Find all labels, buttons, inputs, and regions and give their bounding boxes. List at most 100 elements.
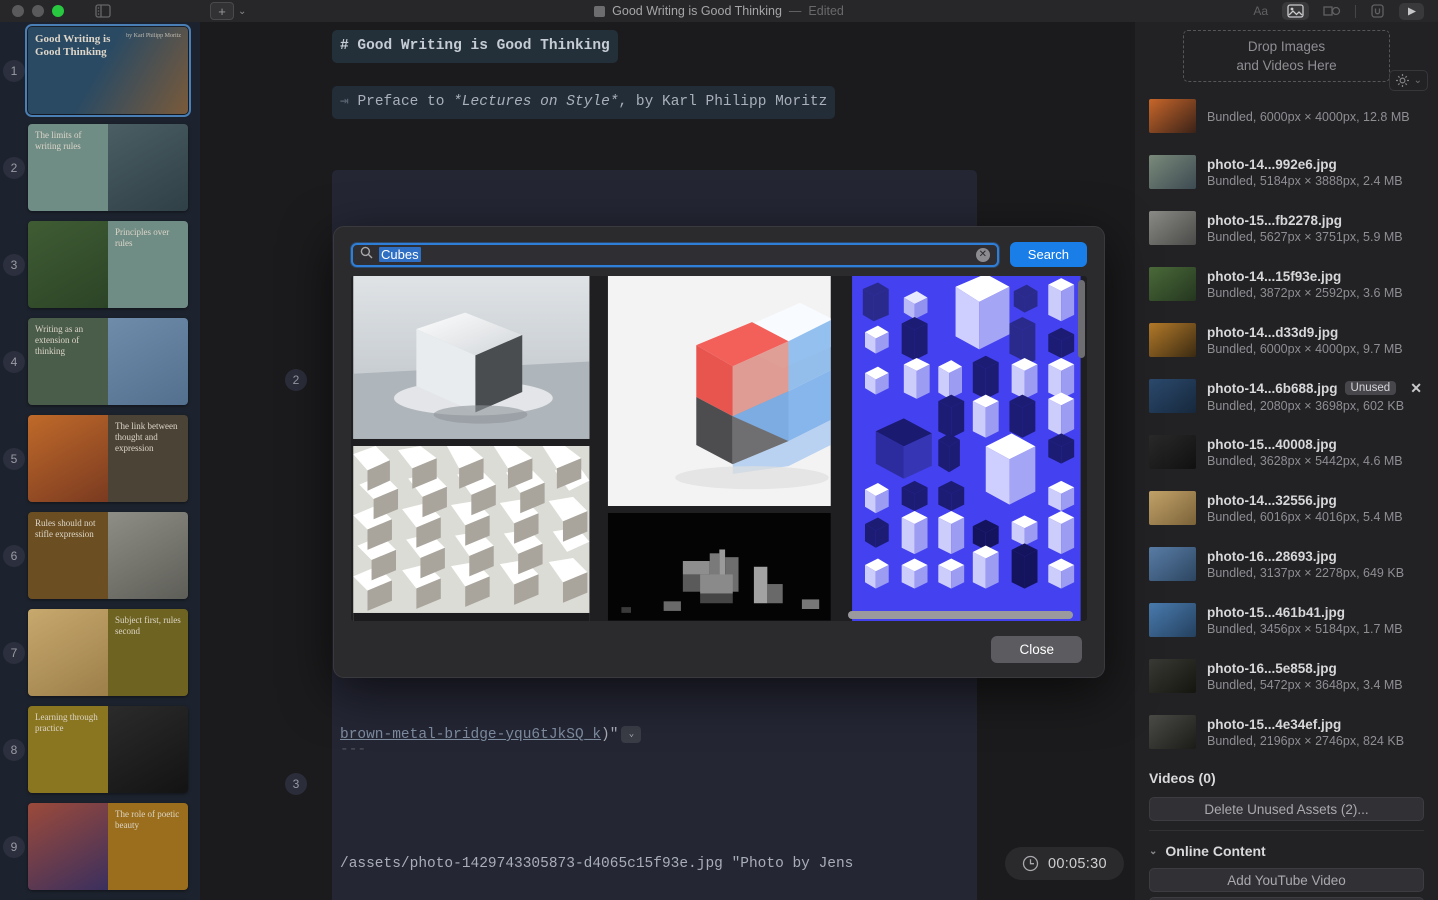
search-button[interactable]: Search bbox=[1009, 242, 1087, 267]
slide-preview[interactable]: The link between thought and expression bbox=[28, 415, 188, 502]
unsplash-search-dialog[interactable]: Cubes ✕ Search Close bbox=[333, 226, 1105, 678]
asset-row[interactable]: photo-15...fb2278.jpg Bundled, 5627px × 3… bbox=[1135, 200, 1438, 256]
vertical-scrollbar[interactable] bbox=[1078, 280, 1085, 358]
add-slide-button[interactable]: + bbox=[210, 2, 234, 20]
search-input-value[interactable]: Cubes bbox=[379, 247, 421, 262]
horizontal-scrollbar[interactable] bbox=[848, 611, 1074, 619]
slide-thumbnail-6[interactable]: 6 Rules should not stifle expression bbox=[0, 507, 200, 604]
asset-row[interactable]: photo-15...4e34ef.jpg Bundled, 2196px × 2… bbox=[1135, 704, 1438, 760]
slide-preview[interactable]: Principles over rules bbox=[28, 221, 188, 308]
slide-title-area: Principles over rules bbox=[108, 221, 188, 308]
assets-panel[interactable]: Drop Images and Videos Here ⌄ Bundled, 6… bbox=[1135, 22, 1438, 900]
slide-title-area: Writing as an extension of thinking bbox=[28, 318, 108, 405]
slide-number-badge: 7 bbox=[3, 641, 25, 664]
slide-gutter-badge: 2 bbox=[285, 369, 307, 391]
search-input[interactable]: Cubes ✕ bbox=[351, 242, 999, 267]
add-youtube-video-button[interactable]: Add YouTube Video bbox=[1149, 868, 1424, 892]
asset-filename: photo-15...fb2278.jpg bbox=[1207, 213, 1424, 228]
asset-row[interactable]: photo-14...15f93e.jpg Bundled, 3872px × 2… bbox=[1135, 256, 1438, 312]
delete-unused-assets-button[interactable]: Delete Unused Assets (2)... bbox=[1149, 797, 1424, 821]
shape-icon[interactable] bbox=[1323, 4, 1341, 18]
add-slide-control[interactable]: + ⌄ bbox=[210, 2, 246, 20]
slide-number-badge: 6 bbox=[3, 544, 25, 567]
asset-details: Bundled, 2080px × 3698px, 602 KB bbox=[1207, 398, 1405, 413]
quote-prefix: Preface to bbox=[357, 94, 454, 110]
close-button[interactable]: Close bbox=[991, 635, 1082, 663]
timer-value: 00:05:30 bbox=[1048, 855, 1107, 872]
slide-preview[interactable]: Rules should not stifle expression bbox=[28, 512, 188, 599]
slide-thumbnail-10[interactable]: 10Liveliness in expression bbox=[0, 895, 200, 900]
slide-preview[interactable]: The role of poetic beauty bbox=[28, 803, 188, 890]
close-icon[interactable]: ✕ bbox=[1410, 380, 1424, 397]
minimize-window-button[interactable] bbox=[32, 5, 44, 17]
slide-preview[interactable]: Good Writing is Good Thinking by Karl Phi… bbox=[25, 24, 191, 117]
asset-row[interactable]: photo-14...992e6.jpg Bundled, 5184px × 38… bbox=[1135, 144, 1438, 200]
slide-thumbnail-4[interactable]: 4 Writing as an extension of thinking bbox=[0, 313, 200, 410]
slide-preview[interactable]: Learning through practice bbox=[28, 706, 188, 793]
slide-number-badge: 9 bbox=[3, 835, 25, 858]
slide-thumbnail-2[interactable]: 2 The limits of writing rules bbox=[0, 119, 200, 216]
slide-thumbnails-panel[interactable]: 1 Good Writing is Good Thinking by Karl Ph… bbox=[0, 22, 200, 900]
asset-row[interactable]: photo-15...40008.jpg Bundled, 3628px × 54… bbox=[1135, 424, 1438, 480]
play-icon[interactable] bbox=[1399, 2, 1424, 20]
chevron-down-icon[interactable]: ⌄ bbox=[1414, 75, 1422, 86]
assets-settings-button[interactable]: ⌄ bbox=[1388, 70, 1428, 91]
slide-thumbnail-3[interactable]: 3 Principles over rules bbox=[0, 216, 200, 313]
editor-quote-line[interactable]: ⇥ Preface to *Lectures on Style*, by Kar… bbox=[332, 86, 836, 119]
tab-arrow-icon: ⇥ bbox=[340, 94, 349, 110]
slide-preview[interactable]: Writing as an extension of thinking bbox=[28, 318, 188, 405]
editor-heading-line[interactable]: # Good Writing is Good Thinking bbox=[332, 30, 618, 63]
editor-divider-line[interactable]: --- bbox=[332, 734, 374, 767]
chevron-down-icon[interactable]: ⌄ bbox=[1149, 846, 1157, 857]
slide-thumbnail-8[interactable]: 8 Learning through practice bbox=[0, 701, 200, 798]
quote-suffix: , by Karl Philipp Moritz bbox=[618, 94, 828, 110]
asset-thumbnail bbox=[1149, 547, 1196, 581]
asset-row[interactable]: photo-14...d33d9.jpg Bundled, 6000px × 40… bbox=[1135, 312, 1438, 368]
u-badge-icon[interactable] bbox=[1370, 4, 1385, 18]
close-window-button[interactable] bbox=[12, 5, 24, 17]
asset-row[interactable]: Bundled, 6000px × 4000px, 12.8 MB bbox=[1135, 88, 1438, 144]
asset-filename-text: photo-16...5e858.jpg bbox=[1207, 660, 1337, 676]
isometric-blue-cubes-image[interactable] bbox=[846, 276, 1087, 621]
asset-meta: photo-15...fb2278.jpg Bundled, 5627px × 3… bbox=[1207, 213, 1424, 244]
drop-zone[interactable]: Drop Images and Videos Here bbox=[1183, 30, 1390, 82]
asset-row[interactable]: photo-14...6b688.jpg Unused ✕ Bundled, 2080… bbox=[1135, 368, 1438, 424]
asset-filename: photo-16...28693.jpg bbox=[1207, 549, 1424, 564]
presentation-timer[interactable]: 00:05:30 bbox=[1005, 847, 1124, 880]
sidebar-toggle-icon[interactable] bbox=[92, 3, 114, 19]
text-format-icon[interactable]: Aa bbox=[1253, 4, 1268, 18]
dark-cubes-scene-image[interactable] bbox=[599, 513, 840, 621]
asset-filename-text: photo-14...32556.jpg bbox=[1207, 492, 1337, 508]
online-content-header[interactable]: ⌄ Online Content bbox=[1135, 840, 1438, 863]
zoom-window-button[interactable] bbox=[52, 5, 64, 17]
asset-list[interactable]: Bundled, 6000px × 4000px, 12.8 MB photo-1… bbox=[1135, 88, 1438, 900]
chevron-down-icon[interactable]: ⌄ bbox=[238, 6, 246, 17]
asset-filename-text: photo-16...28693.jpg bbox=[1207, 548, 1337, 564]
editor-asset-block-2[interactable]: /assets/photo-1429743305873-d4065c15f93e… bbox=[332, 790, 977, 900]
slide-preview[interactable]: Subject first, rules second bbox=[28, 609, 188, 696]
slide-thumbnail-1[interactable]: 1 Good Writing is Good Thinking by Karl Ph… bbox=[0, 22, 200, 119]
image-icon[interactable] bbox=[1282, 2, 1309, 20]
clear-icon[interactable]: ✕ bbox=[975, 247, 990, 262]
asset-filename-text: photo-14...992e6.jpg bbox=[1207, 156, 1337, 172]
asset-row[interactable]: photo-16...28693.jpg Bundled, 3137px × 22… bbox=[1135, 536, 1438, 592]
slide-title: Rules should not stifle expression bbox=[35, 518, 96, 539]
slide-preview[interactable]: The limits of writing rules bbox=[28, 124, 188, 211]
slide-thumbnail-7[interactable]: 7 Subject first, rules second bbox=[0, 604, 200, 701]
slide-thumbnail-5[interactable]: 5 The link between thought and expression bbox=[0, 410, 200, 507]
asset-row[interactable]: photo-14...32556.jpg Bundled, 6016px × 40… bbox=[1135, 480, 1438, 536]
asset-row[interactable]: photo-15...461b41.jpg Bundled, 3456px × 5… bbox=[1135, 592, 1438, 648]
grey-cube-on-floor-image[interactable] bbox=[351, 276, 592, 439]
chevron-down-icon[interactable]: ⌄ bbox=[621, 725, 642, 743]
results-column-3 bbox=[846, 276, 1087, 621]
slide-gutter-badge: 3 bbox=[285, 773, 307, 795]
slide-thumbnail-9[interactable]: 9 The role of poetic beauty bbox=[0, 798, 200, 895]
slide-image bbox=[28, 609, 108, 696]
slide-number-badge: 3 bbox=[3, 253, 25, 276]
image-results-grid[interactable] bbox=[351, 276, 1087, 621]
asset-meta: photo-14...6b688.jpg Unused ✕ Bundled, 2080… bbox=[1207, 380, 1424, 413]
white-cube-relief-pattern-image[interactable] bbox=[351, 445, 592, 621]
asset1-url-end[interactable]: brown-metal-bridge-yqu6tJkSQ_k bbox=[340, 727, 601, 743]
asset-row[interactable]: photo-16...5e858.jpg Bundled, 5472px × 36… bbox=[1135, 648, 1438, 704]
colored-translucent-cubes-image[interactable] bbox=[599, 276, 840, 507]
